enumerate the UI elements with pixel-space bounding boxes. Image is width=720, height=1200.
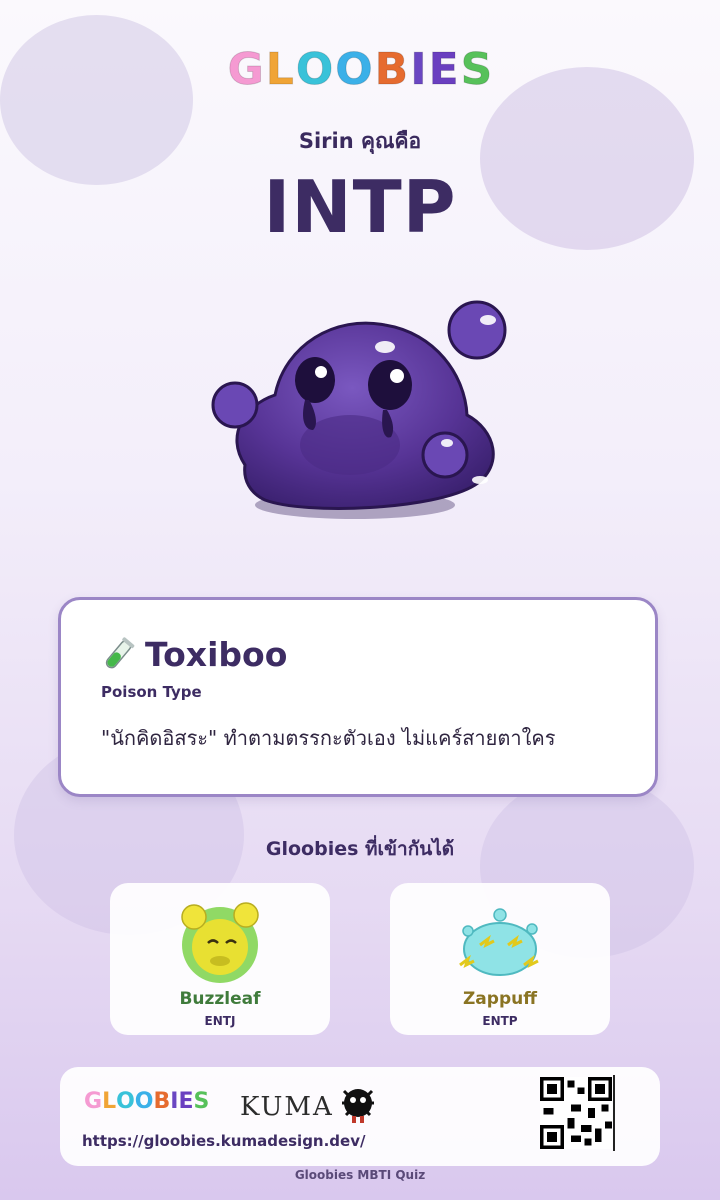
yellow-green-slime-icon xyxy=(181,902,259,983)
cyan-electric-slime-icon xyxy=(459,908,539,976)
footer-panel: GLOOBIES KUMA https://gloobies.kumadesig… xyxy=(60,1067,660,1166)
logo-letter: O xyxy=(335,44,373,96)
slime-name: Toxiboo xyxy=(145,635,288,674)
logo-letter: S xyxy=(460,44,493,96)
result-card-title: Toxiboo xyxy=(101,635,287,674)
logo-letter: L xyxy=(102,1089,117,1114)
kuma-logo: KUMA xyxy=(240,1089,374,1123)
compatible-name: Zappuff xyxy=(462,989,537,1009)
logo-letter: I xyxy=(170,1089,179,1114)
logo-letter: L xyxy=(265,44,294,96)
qr-divider xyxy=(613,1075,615,1151)
compatible-title: Gloobies ที่เข้ากันได้ xyxy=(265,838,455,860)
compatible-mbti: ENTJ xyxy=(204,1014,236,1028)
logo-letter: G xyxy=(227,44,264,96)
compatible-mbti: ENTP xyxy=(482,1014,518,1028)
result-subtitle: Sirin คุณคือ xyxy=(298,129,422,153)
gloobies-logo: GLOOBIES xyxy=(226,44,494,96)
qr-code-icon[interactable] xyxy=(540,1077,612,1149)
logo-letter: O xyxy=(295,44,334,96)
logo-letter: O xyxy=(134,1089,154,1114)
logo-letter: E xyxy=(428,44,459,96)
footer-url-link[interactable]: https://gloobies.kumadesign.dev/ xyxy=(82,1132,365,1150)
compatible-name: Buzzleaf xyxy=(179,989,261,1009)
compatible-card-zappuff[interactable]: Zappuff ENTP xyxy=(390,883,610,1035)
logo-letter: E xyxy=(178,1089,194,1114)
logo-letter: B xyxy=(153,1089,171,1114)
slime-element: Poison Type xyxy=(101,683,202,701)
logo-letter: B xyxy=(374,44,409,96)
logo-letter: G xyxy=(84,1089,103,1114)
logo-letter: S xyxy=(193,1089,210,1114)
logo-letter: O xyxy=(116,1089,135,1114)
logo-letter: I xyxy=(410,44,427,96)
footer-caption: Gloobies MBTI Quiz xyxy=(294,1168,426,1182)
svg-text:KUMA: KUMA xyxy=(240,1092,334,1122)
purple-slime-icon xyxy=(211,300,507,519)
slime-description: "นักคิดอิสระ" ทำตามตรรกะตัวเอง ไม่แคร์สา… xyxy=(101,726,556,750)
compatible-card-buzzleaf[interactable]: Buzzleaf ENTJ xyxy=(110,883,330,1035)
footer-gloobies-logo: GLOOBIES xyxy=(84,1089,209,1115)
test-tube-icon xyxy=(105,636,135,668)
result-card: Toxiboo Poison Type "นักคิดอิสระ" ทำตามต… xyxy=(58,597,658,797)
bg-circle-top-left xyxy=(0,15,193,185)
mbti-type: INTP xyxy=(263,165,457,249)
